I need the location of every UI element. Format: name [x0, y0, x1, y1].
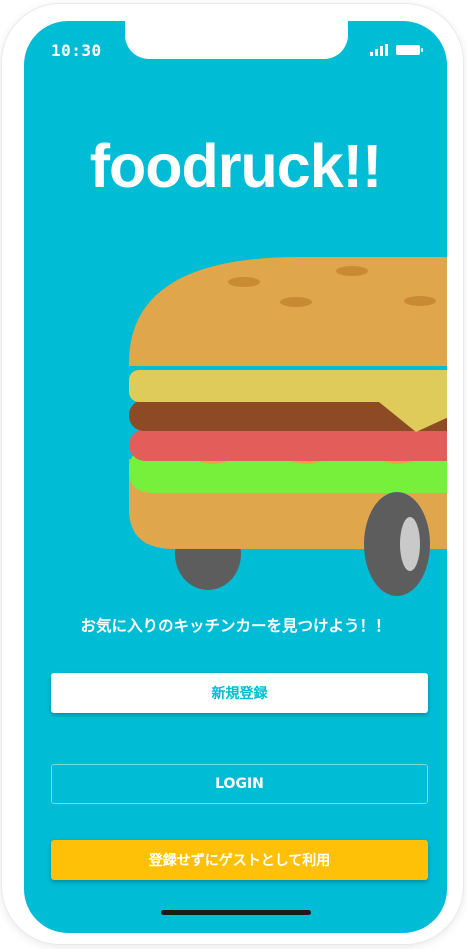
top-bun: [129, 257, 447, 366]
front-hubcap: [400, 517, 420, 571]
tagline: お気に入りのキッチンカーを見つけよう！！: [80, 617, 391, 635]
status-time: 10:30: [51, 41, 102, 60]
signal-icon: [370, 44, 388, 56]
tomato: [129, 429, 447, 461]
home-indicator[interactable]: [161, 910, 311, 915]
device-notch: [125, 21, 348, 59]
app-screen: 10:30 foodruck!! お気に入りのキッチンカーを見つけよう！！ 新規…: [24, 21, 447, 933]
burger-truck-illustration: [129, 257, 447, 596]
phone-frame: 10:30 foodruck!! お気に入りのキッチンカーを見つけよう！！ 新規…: [2, 4, 463, 944]
app-title: foodruck!!: [89, 132, 383, 200]
login-button[interactable]: LOGIN: [51, 764, 428, 804]
battery-icon: [396, 45, 423, 55]
register-button[interactable]: 新規登録: [51, 673, 428, 713]
guest-button[interactable]: 登録せずにゲストとして利用: [51, 840, 428, 880]
front-wheel: [364, 492, 430, 596]
cheese: [129, 370, 447, 402]
